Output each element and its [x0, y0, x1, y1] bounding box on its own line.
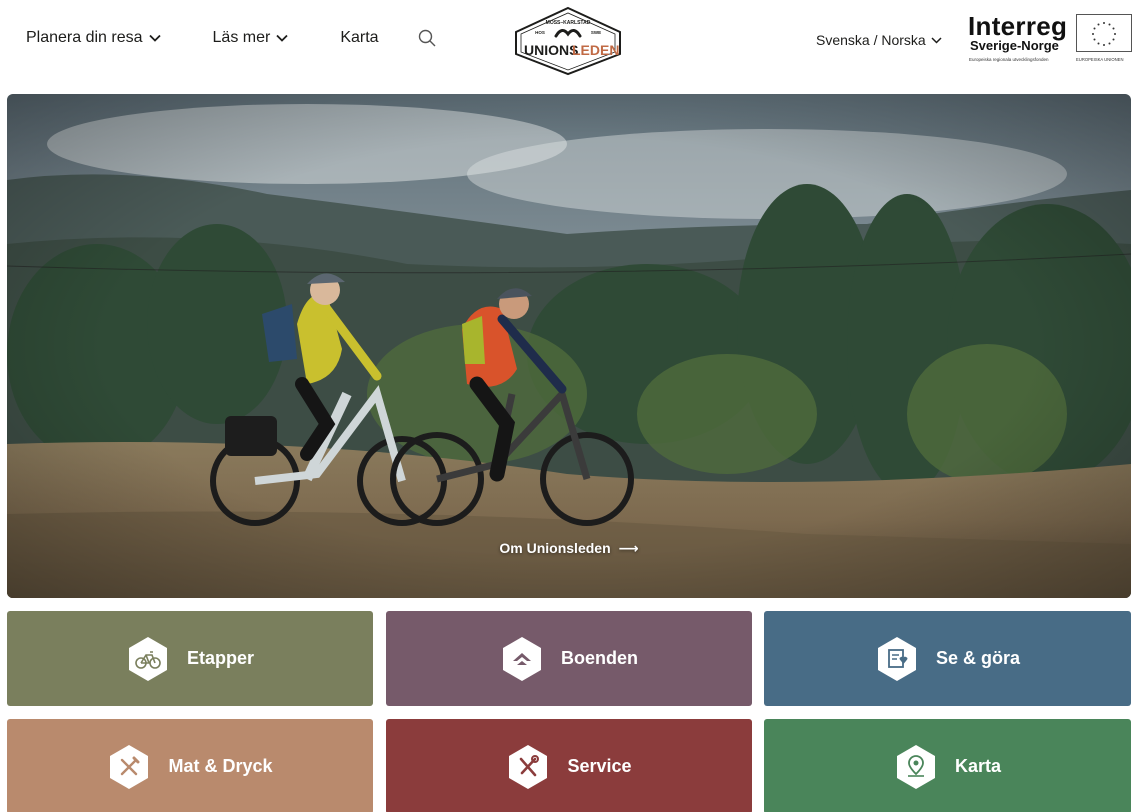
tile-karta[interactable]: Karta: [764, 719, 1131, 812]
search-button[interactable]: [417, 28, 437, 48]
nav-karta-label: Karta: [340, 29, 379, 46]
language-selector[interactable]: Svenska / Norska: [816, 32, 942, 48]
site-header: Planera din resa Läs mer Karta MOSS–KARL…: [0, 0, 1136, 86]
interreg-subtitle: Sverige-Norge: [970, 38, 1059, 53]
hero-image: [7, 94, 1131, 598]
house-icon: [502, 636, 541, 681]
logo-top-text: MOSS–KARLSTAD: [546, 20, 591, 26]
nav-las-mer[interactable]: Läs mer: [213, 29, 289, 47]
tile-mat-och-dryck[interactable]: Mat & Dryck: [7, 719, 373, 812]
attraction-icon: [877, 636, 916, 681]
chevron-down-icon: [148, 34, 161, 42]
chevron-down-icon: [931, 36, 942, 44]
search-icon: [418, 29, 436, 47]
hero-link-label: Om Unionsleden: [499, 540, 611, 556]
tile-se-och-gora[interactable]: Se & göra: [764, 611, 1131, 706]
nav-karta[interactable]: Karta: [340, 29, 378, 47]
eu-text: EUROPEISKA UNIONEN: [1076, 57, 1124, 62]
language-label: Svenska / Norska: [816, 32, 926, 48]
interreg-fund-text: Europeiska regionala utvecklingsfonden: [969, 57, 1049, 62]
nav-planera-label: Planera din resa: [26, 29, 143, 46]
tile-karta-label: Karta: [954, 756, 1002, 776]
nav-las-mer-label: Läs mer: [212, 29, 271, 46]
tile-boenden-label: Boenden: [560, 648, 638, 668]
tile-etapper[interactable]: Etapper: [7, 611, 373, 706]
interreg-title: Interreg: [968, 11, 1068, 41]
logo-left-text: HOS: [535, 30, 545, 35]
logo-wordmark-part1: UNIONS: [524, 42, 578, 58]
hero-banner[interactable]: Om Unionsleden ⟶: [7, 94, 1131, 598]
tile-service-label: Service: [567, 756, 632, 776]
arrow-right-icon: ⟶: [618, 540, 639, 556]
main-nav: Planera din resa Läs mer Karta: [26, 28, 437, 48]
eu-flag-icon: [1076, 14, 1132, 52]
chevron-down-icon: [276, 34, 288, 42]
logo-right-text: SWE: [591, 30, 601, 35]
logo-wordmark-part2: LEDEN: [572, 42, 619, 58]
map-pin-icon: [896, 744, 935, 789]
unionsleden-logo[interactable]: MOSS–KARLSTAD HOS SWE UNIONS LEDEN: [512, 6, 624, 76]
tools-icon: [509, 744, 548, 789]
hero-link-om-unionsleden[interactable]: Om Unionsleden ⟶: [7, 540, 1131, 557]
interreg-logo[interactable]: Interreg Sverige-Norge Europeiska region…: [968, 11, 1134, 64]
tile-etapper-label: Etapper: [186, 648, 255, 668]
tile-service[interactable]: Service: [386, 719, 752, 812]
tile-boenden[interactable]: Boenden: [386, 611, 752, 706]
tile-se-och-gora-label: Se & göra: [935, 648, 1021, 668]
utensils-icon: [110, 744, 149, 789]
tile-mat-och-dryck-label: Mat & Dryck: [168, 756, 273, 776]
bicycle-icon: [128, 636, 167, 681]
nav-planera-din-resa[interactable]: Planera din resa: [26, 29, 161, 47]
